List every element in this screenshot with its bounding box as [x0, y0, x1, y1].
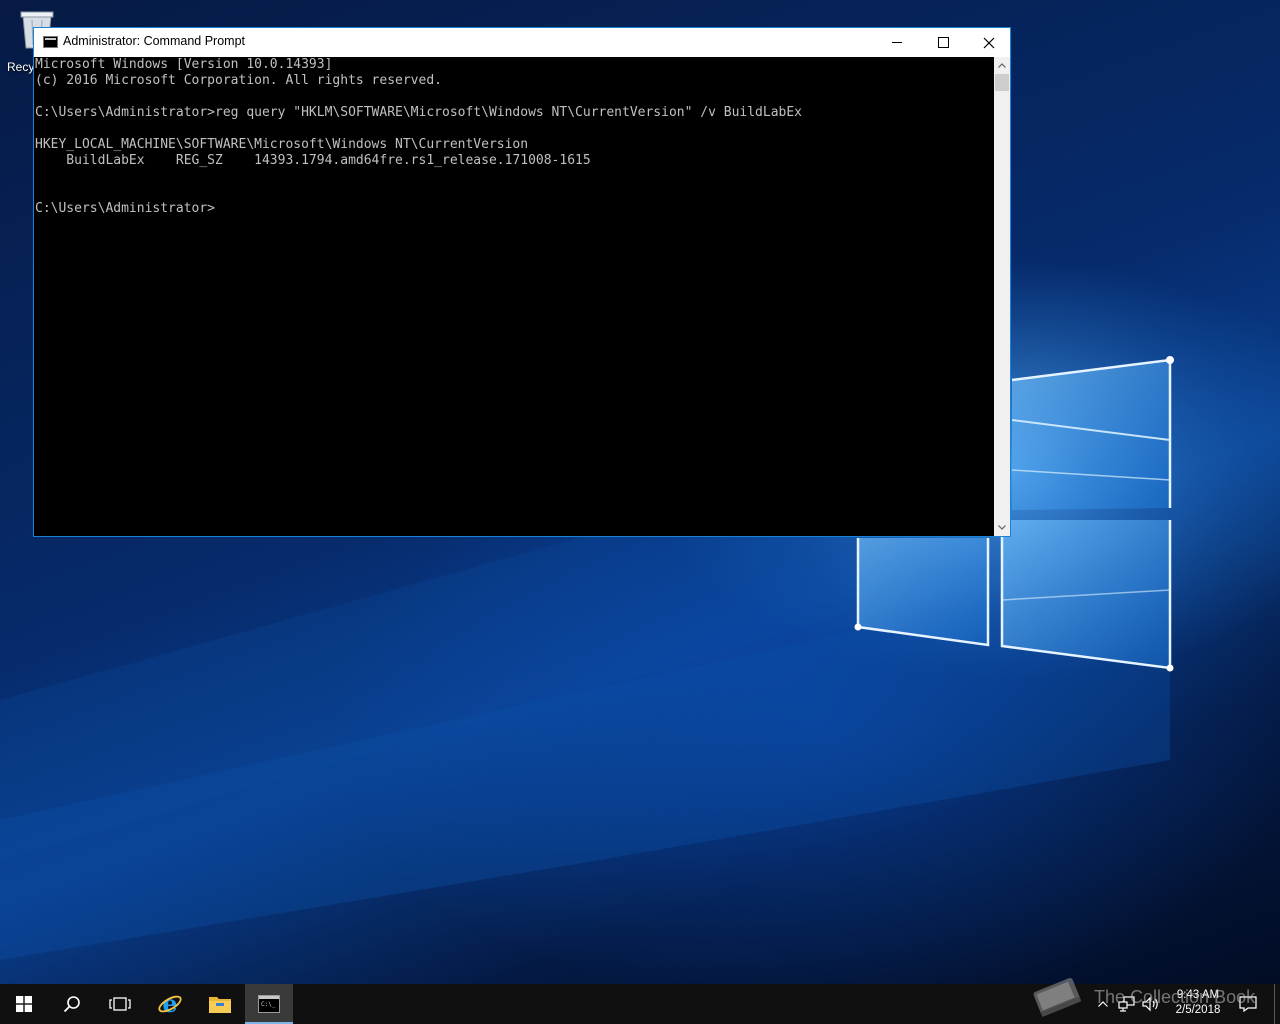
maximize-icon — [937, 37, 949, 48]
search-icon — [63, 996, 80, 1013]
task-view-icon — [109, 997, 131, 1011]
svg-text:C:\_: C:\_ — [261, 1001, 276, 1008]
scroll-up-button[interactable] — [994, 57, 1010, 74]
chevron-up-icon — [998, 63, 1006, 68]
file-explorer-button[interactable] — [196, 984, 244, 1024]
window-title: Administrator: Command Prompt — [63, 34, 246, 48]
volume-button[interactable] — [1140, 984, 1162, 1024]
title-bar[interactable]: Administrator: Command Prompt — [34, 28, 1010, 57]
search-button[interactable] — [48, 984, 96, 1024]
clock-date: 2/5/2018 — [1175, 1004, 1221, 1016]
show-desktop-button[interactable] — [1274, 984, 1275, 1024]
command-prompt-icon: C:\_ — [258, 995, 280, 1013]
clock-time: 9:43 AM — [1176, 989, 1220, 1001]
volume-icon — [1142, 996, 1158, 1012]
command-prompt-window[interactable]: Administrator: Command Prompt Microsoft … — [33, 27, 1011, 537]
file-explorer-icon — [209, 997, 231, 1013]
start-icon — [16, 996, 32, 1012]
scroll-down-button[interactable] — [994, 519, 1010, 536]
taskbar: e C:\_ 9:43 AM 2/5/2018 — [0, 984, 1280, 1024]
notification-icon — [1239, 996, 1257, 1012]
internet-explorer-icon: e — [158, 991, 182, 1017]
console-line: BuildLabEx REG_SZ 14393.1794.amd64fre.rs… — [35, 153, 591, 168]
chevron-down-icon — [998, 525, 1006, 530]
command-prompt-icon — [43, 36, 58, 48]
action-center-button[interactable] — [1236, 984, 1260, 1024]
console-line: Microsoft Windows [Version 10.0.14393] — [35, 57, 333, 72]
command-prompt-line[interactable]: C:\Users\Administrator> — [35, 201, 994, 217]
clock[interactable]: 9:43 AM 2/5/2018 — [1166, 988, 1230, 1018]
scroll-thumb[interactable] — [995, 74, 1009, 91]
network-button[interactable] — [1116, 984, 1138, 1024]
console-line: HKEY_LOCAL_MACHINE\SOFTWARE\Microsoft\Wi… — [35, 137, 529, 152]
console-line: C:\Users\Administrator>reg query "HKLM\S… — [35, 105, 803, 120]
console-output[interactable]: Microsoft Windows [Version 10.0.14393] (c… — [34, 57, 994, 536]
task-view-button[interactable] — [96, 984, 144, 1024]
show-hidden-icons-button[interactable] — [1094, 984, 1112, 1024]
minimize-button[interactable] — [874, 28, 920, 57]
recycle-bin-label: Recy — [7, 60, 35, 74]
minimize-icon — [892, 42, 902, 43]
svg-text:e: e — [162, 991, 177, 1017]
network-icon — [1118, 996, 1135, 1012]
close-button[interactable] — [966, 28, 1012, 57]
close-icon — [983, 37, 995, 48]
maximize-button[interactable] — [920, 28, 966, 57]
start-button[interactable] — [0, 984, 48, 1024]
command-prompt-taskbar-button[interactable]: C:\_ — [245, 984, 293, 1024]
internet-explorer-button[interactable]: e — [146, 984, 194, 1024]
chevron-up-icon — [1098, 1001, 1108, 1007]
vertical-scrollbar[interactable] — [994, 57, 1010, 536]
console-line: (c) 2016 Microsoft Corporation. All righ… — [35, 73, 442, 88]
